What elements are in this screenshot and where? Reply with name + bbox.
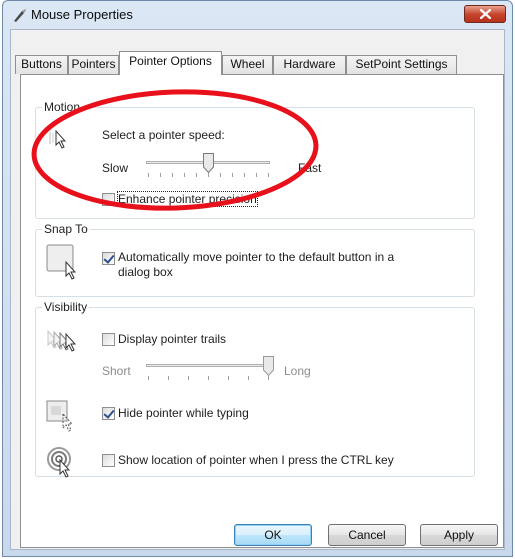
short-label: Short xyxy=(102,364,131,378)
title-bar[interactable]: Mouse Properties xyxy=(3,1,512,29)
mouse-properties-icon xyxy=(14,9,26,22)
hide-while-typing-label[interactable]: Hide pointer while typing xyxy=(118,406,249,420)
pointer-trails-label[interactable]: Display pointer trails xyxy=(118,332,226,346)
snap-to-default-checkbox[interactable] xyxy=(102,252,115,265)
enhance-precision-label[interactable]: Enhance pointer precision xyxy=(117,191,258,207)
pointer-speed-icon xyxy=(49,129,67,149)
pointer-trails-checkbox[interactable] xyxy=(102,333,115,346)
window-title: Mouse Properties xyxy=(31,7,133,22)
motion-group-label: Motion xyxy=(42,100,83,114)
snap-to-icon xyxy=(46,244,77,280)
tab-wheel[interactable]: Wheel xyxy=(222,55,273,74)
close-icon xyxy=(480,9,491,19)
speed-slider-thumb[interactable] xyxy=(203,153,214,173)
show-ctrl-location-checkbox[interactable] xyxy=(102,454,115,467)
tab-setpoint-settings[interactable]: SetPoint Settings xyxy=(346,55,457,74)
pointer-options-panel: Motion Select a pointer speed: Slow Fast xyxy=(20,74,504,548)
pointer-speed-prompt: Select a pointer speed: xyxy=(102,128,225,142)
tab-pointer-options[interactable]: Pointer Options xyxy=(119,51,222,75)
snap-to-group: Snap To Automatically move pointer to th… xyxy=(35,222,475,297)
snap-to-label-line1[interactable]: Automatically move pointer to the defaul… xyxy=(118,250,394,264)
dialog-client-area: Buttons Pointers Pointer Options Wheel H… xyxy=(10,29,505,550)
visibility-group: Visibility Display pointer trails Short … xyxy=(35,300,475,478)
tab-pointers[interactable]: Pointers xyxy=(68,55,119,74)
snap-to-label-line2[interactable]: dialog box xyxy=(118,265,173,279)
pointer-trails-icon xyxy=(47,329,77,352)
hide-while-typing-checkbox[interactable] xyxy=(102,407,115,420)
enhance-precision-checkbox[interactable] xyxy=(102,193,115,206)
close-button[interactable] xyxy=(464,5,506,23)
long-label: Long xyxy=(284,364,311,378)
apply-button[interactable]: Apply xyxy=(420,524,498,546)
ctrl-locate-icon xyxy=(47,447,71,478)
snap-to-group-label: Snap To xyxy=(42,222,90,236)
trail-slider-ticks xyxy=(148,376,269,380)
show-ctrl-location-label[interactable]: Show location of pointer when I press th… xyxy=(118,453,394,467)
motion-group: Motion Select a pointer speed: Slow Fast xyxy=(35,100,475,219)
hide-pointer-icon xyxy=(46,400,74,432)
slow-label: Slow xyxy=(102,161,129,175)
ok-button[interactable]: OK xyxy=(234,524,312,546)
speed-slider-ticks xyxy=(148,173,269,177)
tab-hardware[interactable]: Hardware xyxy=(273,55,346,74)
trail-slider-track[interactable] xyxy=(146,364,270,367)
tab-buttons[interactable]: Buttons xyxy=(15,55,68,74)
visibility-group-label: Visibility xyxy=(42,300,90,314)
fast-label: Fast xyxy=(298,161,322,175)
mouse-properties-window: Mouse Properties Buttons Pointers Pointe… xyxy=(2,0,513,557)
cancel-button[interactable]: Cancel xyxy=(328,524,406,546)
trail-slider-thumb[interactable] xyxy=(263,356,274,376)
